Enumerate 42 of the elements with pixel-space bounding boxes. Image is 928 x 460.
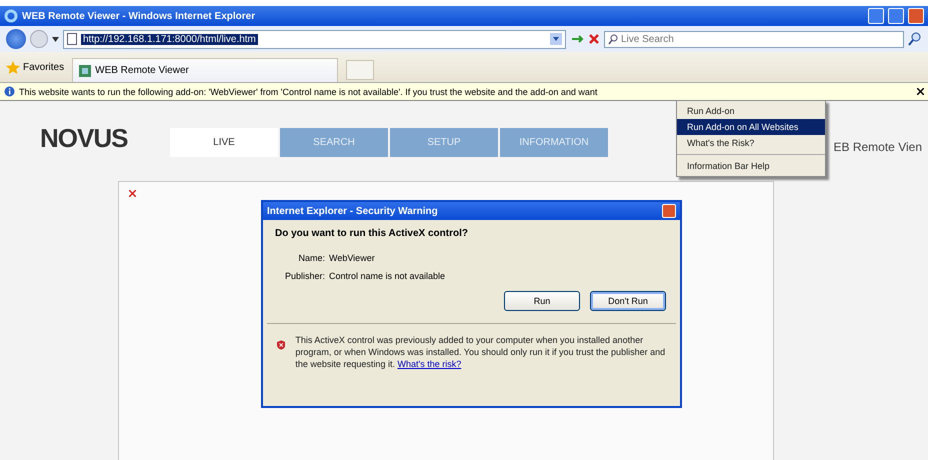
nav-tab[interactable]: LIVE — [170, 128, 278, 157]
stop-icon[interactable] — [588, 33, 600, 45]
search-icon[interactable] — [908, 32, 922, 46]
risk-link[interactable]: What's the risk? — [397, 359, 462, 369]
search-icon — [608, 34, 618, 44]
menu-item[interactable]: Run Add-on — [677, 103, 825, 119]
menu-item[interactable]: Run Add-on on All Websites — [677, 119, 825, 135]
field-value: WebViewer — [329, 253, 376, 263]
window-title: WEB Remote Viewer - Windows Internet Explorer — [22, 10, 256, 22]
warning-text: This ActiveX control was previously added to your computer when you installed another program, or when Windows was installed. You should only run it if you trust the publisher and the website requesting it. What's the risk? — [295, 334, 666, 370]
dialog-button[interactable]: Run — [504, 291, 580, 311]
star-icon — [6, 60, 20, 74]
page-icon — [79, 64, 92, 76]
ie-logo-icon — [4, 9, 18, 23]
search-field[interactable]: Live Search — [604, 30, 904, 48]
address-field[interactable]: http://192.168.1.171:8000/html/live.htm — [63, 30, 566, 48]
field-value: Control name is not available — [329, 271, 446, 281]
dialog-button[interactable]: Don't Run — [590, 291, 666, 311]
favorites-button[interactable]: Favorites — [6, 60, 64, 74]
page-icon — [67, 33, 77, 45]
dialog-question: Do you want to run this ActiveX control? — [274, 227, 469, 239]
close-button[interactable] — [662, 204, 676, 218]
logo: NOVUS — [40, 123, 128, 153]
dialog-title: Internet Explorer - Security Warning — [267, 206, 439, 216]
broken-image-icon — [129, 190, 136, 197]
field-label: Publisher: — [284, 271, 325, 281]
info-icon — [4, 86, 15, 97]
maximize-button[interactable] — [888, 8, 904, 24]
url-text: http://192.168.1.171:8000/html/live.htm — [81, 34, 258, 44]
browser-tab[interactable]: WEB Remote Viewer — [72, 58, 338, 82]
dropdown-icon[interactable] — [550, 33, 562, 45]
back-button[interactable] — [6, 29, 26, 49]
close-button[interactable] — [908, 8, 924, 24]
header-text: EB Remote Vien — [834, 140, 923, 154]
information-bar-text: This website wants to run the following add-on: 'WebViewer' from 'Control name is not available'. If you trust the website and the add-on and want — [19, 86, 598, 96]
field-label: Name: — [297, 253, 325, 263]
caret-icon[interactable] — [52, 36, 59, 42]
minimize-button[interactable] — [868, 8, 884, 24]
information-bar[interactable]: This website wants to run the following add-on: 'WebViewer' from 'Control name is not available'. If you trust the website and the add-on and want — [0, 82, 928, 101]
menu-item[interactable]: Information Bar Help — [677, 154, 825, 174]
close-icon[interactable] — [917, 88, 924, 95]
menu-item[interactable]: What's the Risk? — [677, 135, 825, 151]
